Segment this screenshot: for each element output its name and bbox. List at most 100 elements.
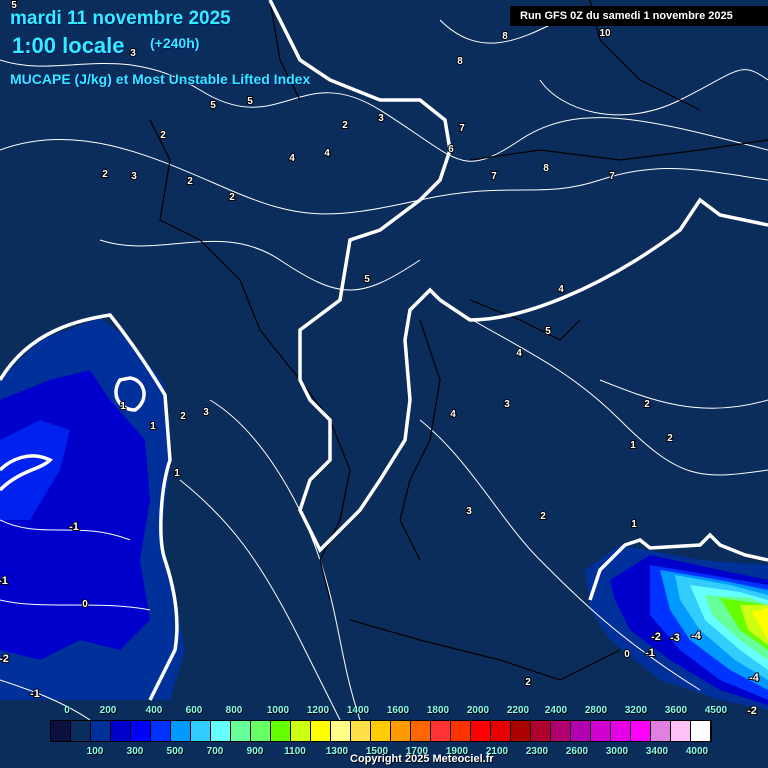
legend-tick-label: 1400 [346, 705, 370, 716]
lifted-index-label: 2 [644, 399, 650, 410]
lifted-index-label: 2 [229, 192, 235, 203]
lifted-index-label: 2 [180, 411, 186, 422]
legend-swatch [351, 721, 371, 741]
legend-tick-label: 3000 [605, 746, 629, 757]
forecast-time: 1:00 locale [12, 33, 125, 58]
lifted-index-label: 5 [364, 274, 370, 285]
legend-swatch [331, 721, 351, 741]
lifted-index-label: 2 [667, 433, 673, 444]
lifted-index-label: -3 [670, 632, 680, 644]
legend-swatch [671, 721, 691, 741]
lifted-index-label: 0 [82, 599, 88, 610]
lifted-index-label: 1 [120, 401, 126, 412]
lifted-index-label: -4 [749, 672, 760, 684]
legend-tick-label: 800 [225, 705, 243, 716]
legend-tick-label: 1600 [386, 705, 410, 716]
legend-swatch [211, 721, 231, 741]
legend-tick-label: 3600 [664, 705, 688, 716]
legend-tick-label: 900 [246, 746, 264, 757]
legend-swatch [651, 721, 671, 741]
legend-swatch [531, 721, 551, 741]
lifted-index-label: 8 [457, 56, 463, 67]
legend-swatch [591, 721, 611, 741]
legend-swatch [271, 721, 291, 741]
lifted-index-label: 3 [130, 48, 136, 59]
legend-tick-label: 3200 [624, 705, 648, 716]
lifted-index-label: 5 [545, 326, 551, 337]
legend-tick-label: 0 [64, 705, 70, 716]
lifted-index-label: 1 [174, 468, 180, 479]
lifted-index-label: 7 [459, 123, 465, 134]
legend-swatch [51, 721, 71, 741]
lifted-index-label: -1 [69, 521, 79, 533]
lifted-index-label: -2 [651, 631, 661, 643]
legend-swatch [431, 721, 451, 741]
lifted-index-label: 1 [150, 421, 156, 432]
legend-swatch [391, 721, 411, 741]
legend-tick-label: 2300 [525, 746, 549, 757]
lifted-index-label: -2 [747, 705, 757, 717]
legend-swatch [371, 721, 391, 741]
lifted-index-label: 3 [504, 399, 510, 410]
legend-swatch [111, 721, 131, 741]
lifted-index-label: 7 [609, 171, 615, 182]
lifted-index-label: 1 [630, 440, 636, 451]
legend-swatch [291, 721, 311, 741]
forecast-date: mardi 11 novembre 2025 [10, 8, 231, 29]
legend-tick-label: 2000 [466, 705, 490, 716]
legend-swatch [571, 721, 591, 741]
legend-tick-label: 600 [185, 705, 203, 716]
legend-swatch [631, 721, 651, 741]
lifted-index-label: 4 [558, 284, 564, 295]
legend-tick-label: 2800 [584, 705, 608, 716]
lifted-index-label: 2 [525, 677, 531, 688]
lifted-index-label: 2 [540, 511, 546, 522]
legend-swatch [71, 721, 91, 741]
lifted-index-label: 4 [450, 409, 456, 420]
legend-tick-label: 2200 [506, 705, 530, 716]
lifted-index-label: 1 [631, 519, 637, 530]
copyright: Copyright 2025 Meteociel.fr [350, 753, 494, 765]
lifted-index-label: 2 [187, 176, 193, 187]
legend-swatch [471, 721, 491, 741]
legend-swatch [151, 721, 171, 741]
lifted-index-label: 10 [599, 28, 611, 39]
lifted-index-label: 4 [289, 153, 295, 164]
legend-swatch [691, 721, 711, 741]
lifted-index-label: 5 [210, 100, 216, 111]
legend-tick-label: 400 [145, 705, 163, 716]
legend-tick-label: 500 [166, 746, 184, 757]
legend-swatch [451, 721, 471, 741]
legend-swatch [231, 721, 251, 741]
lifted-index-label: 4 [516, 348, 522, 359]
legend-swatch [411, 721, 431, 741]
legend-tick-label: 1800 [426, 705, 450, 716]
legend-swatch [251, 721, 271, 741]
legend-tick-label: 700 [206, 746, 224, 757]
lifted-index-label: 8 [543, 163, 549, 174]
mucape-map: 538 1085 5223764 42 3 227875454112 3 43 21213 2-1… [0, 0, 768, 741]
legend-tick-label: 1000 [266, 705, 290, 716]
legend-swatch [511, 721, 531, 741]
legend-tick-label: 300 [126, 746, 144, 757]
lifted-index-label: 3 [378, 113, 384, 124]
lifted-index-label: 7 [491, 171, 497, 182]
lifted-index-label: 0 [624, 649, 630, 660]
lifted-index-label: -4 [691, 630, 702, 642]
legend-tick-label: 3400 [645, 746, 669, 757]
lifted-index-label: 2 [160, 130, 166, 141]
lifted-index-label: 4 [324, 148, 330, 159]
lifted-index-label: 8 [502, 31, 508, 42]
lifted-index-label: -1 [645, 647, 655, 659]
legend-tick-label: 100 [86, 746, 104, 757]
forecast-lead-time: (+240h) [150, 35, 200, 51]
weather-map-view: 5 3 8 10 8 5 5 2 2 3 7 6 4 4 2 3 2 2 7 8 7 5 4 5 4 1 1 2 3 4 3 2 1 2 1 3 2 -1… [0, 0, 768, 768]
lifted-index-label: 5 [247, 96, 253, 107]
legend-tick-label: 2600 [565, 746, 589, 757]
run-info: Run GFS 0Z du samedi 1 novembre 2025 [510, 6, 768, 26]
lifted-index-label: 2 [342, 120, 348, 131]
legend-swatch [171, 721, 191, 741]
legend-swatch [311, 721, 331, 741]
lifted-index-label: -2 [0, 653, 9, 665]
legend-tick-label: 1300 [325, 746, 349, 757]
